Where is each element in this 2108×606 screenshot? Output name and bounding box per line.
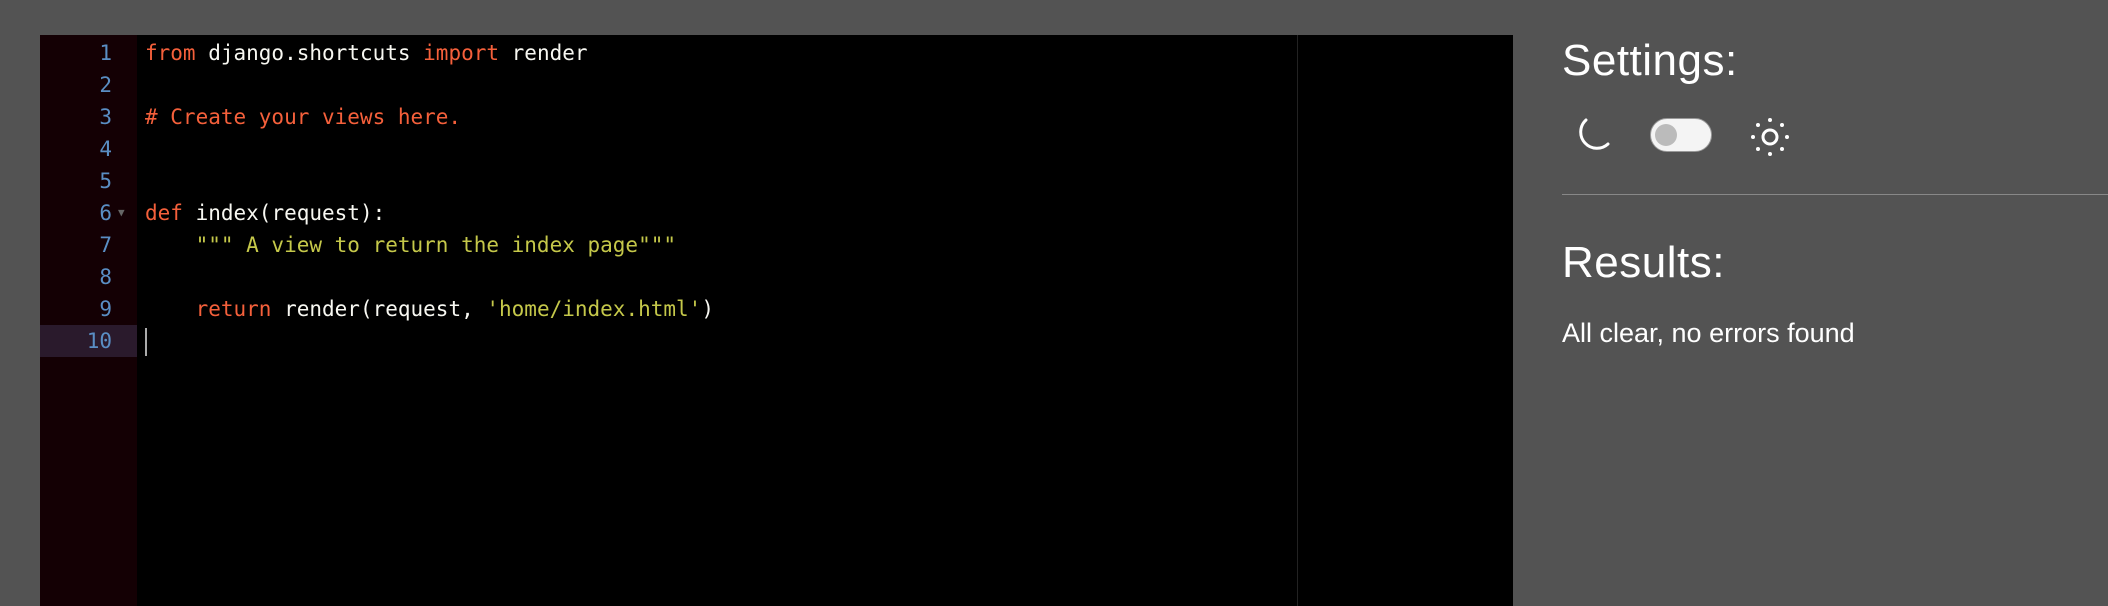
code-line[interactable]: 9 return render(request, 'home/index.htm… (40, 293, 1513, 325)
line-number: 6 (99, 201, 112, 225)
code-line[interactable]: 5 (40, 165, 1513, 197)
code-token: # Create your views here. (145, 105, 462, 129)
code-text (145, 325, 147, 357)
code-line[interactable]: 1 from django.shortcuts import render (40, 37, 1513, 69)
code-token: ) (701, 297, 714, 321)
code-token: 'home/index.html' (486, 297, 702, 321)
code-token: def (145, 201, 183, 225)
toggle-knob (1655, 124, 1677, 146)
line-number: 10 (40, 325, 137, 357)
code-text: # Create your views here. (145, 101, 461, 133)
code-line[interactable]: 3 # Create your views here. (40, 101, 1513, 133)
divider (1562, 194, 2108, 195)
code-token: render (499, 41, 588, 65)
results-title: Results: (1562, 238, 1725, 287)
code-line[interactable]: 2 (40, 69, 1513, 101)
text-cursor (145, 328, 147, 356)
moon-icon (1579, 118, 1610, 150)
line-number: 4 (99, 137, 112, 161)
theme-toggle[interactable] (1650, 118, 1712, 152)
line-number: 3 (99, 105, 112, 129)
code-token: django.shortcuts (195, 41, 424, 65)
line-number: 7 (99, 233, 112, 257)
line-number: 2 (99, 73, 112, 97)
code-line[interactable]: 6 ▼ def index(request): (40, 197, 1513, 229)
code-token: import (423, 41, 500, 65)
code-text: """ A view to return the index page""" (145, 229, 676, 261)
code-line[interactable]: 8 (40, 261, 1513, 293)
code-token: index(request): (182, 201, 386, 225)
line-number: 9 (99, 297, 112, 321)
code-line[interactable]: 4 (40, 133, 1513, 165)
results-message: All clear, no errors found (1562, 318, 1855, 348)
code-token: """ A view to return the index page""" (145, 233, 677, 257)
code-line[interactable]: 10 (40, 325, 1513, 357)
code-token: return (195, 297, 272, 321)
settings-title: Settings: (1562, 36, 1738, 85)
code-token: render(request, (271, 297, 487, 321)
code-token: from (145, 41, 196, 65)
code-line[interactable]: 7 """ A view to return the index page""" (40, 229, 1513, 261)
line-number: 8 (99, 265, 112, 289)
code-text: from django.shortcuts import render (145, 37, 588, 69)
fold-arrow-icon[interactable]: ▼ (118, 197, 125, 229)
line-number: 5 (99, 169, 112, 193)
code-text: return render(request, 'home/index.html'… (145, 293, 714, 325)
code-editor[interactable]: 1 from django.shortcuts import render 2 3 # … (40, 35, 1513, 606)
sun-icon (1751, 118, 1789, 156)
code-text: def index(request): (145, 197, 385, 229)
line-number: 1 (99, 41, 112, 65)
